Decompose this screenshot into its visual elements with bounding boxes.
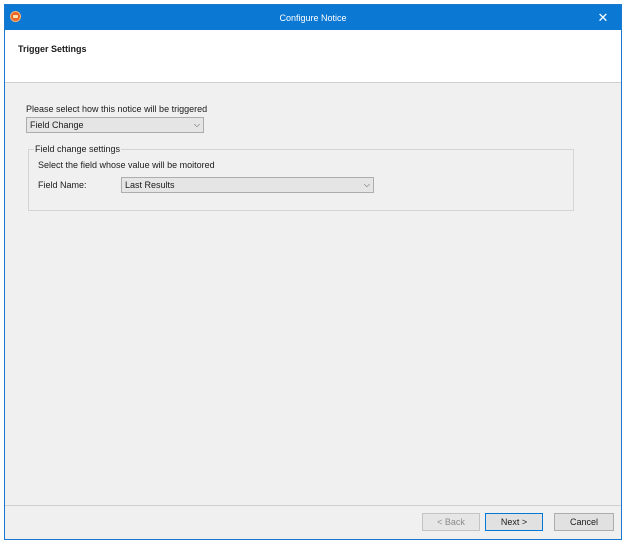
back-button[interactable]: < Back (422, 513, 480, 531)
trigger-prompt-label: Please select how this notice will be tr… (26, 104, 208, 114)
title-bar[interactable]: Configure Notice ✕ (5, 5, 621, 30)
field-name-dropdown[interactable]: Last Results ⌵ (121, 177, 374, 193)
close-icon: ✕ (597, 10, 609, 25)
close-button[interactable]: ✕ (585, 5, 621, 30)
field-name-label: Field Name: (38, 180, 87, 190)
field-select-hint: Select the field whose value will be moi… (38, 160, 215, 170)
field-name-value: Last Results (125, 180, 175, 190)
chevron-down-icon: ⌵ (193, 120, 200, 129)
page-title: Trigger Settings (18, 44, 87, 54)
chevron-down-icon: ⌵ (363, 180, 370, 189)
footer-divider (5, 505, 621, 506)
next-button[interactable]: Next > (485, 513, 543, 531)
field-change-settings-legend: Field change settings (34, 144, 122, 154)
configure-notice-dialog: Configure Notice ✕ Trigger Settings Plea… (4, 4, 622, 540)
window-title: Configure Notice (279, 13, 347, 23)
trigger-type-dropdown[interactable]: Field Change ⌵ (26, 117, 204, 133)
trigger-type-value: Field Change (30, 120, 84, 130)
wizard-header: Trigger Settings (5, 30, 621, 83)
cancel-button[interactable]: Cancel (554, 513, 614, 531)
